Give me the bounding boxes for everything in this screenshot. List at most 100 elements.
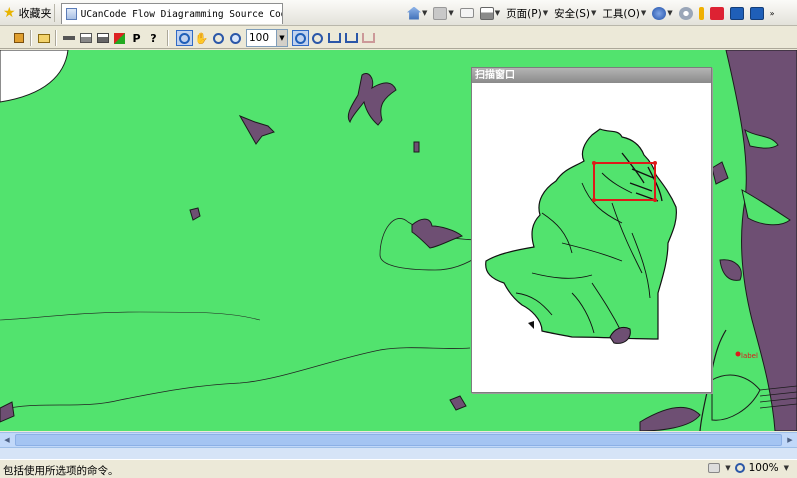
export-button[interactable] [111, 30, 128, 46]
gear-icon [678, 6, 693, 20]
map-marker [735, 351, 741, 357]
zoom-out-icon [213, 32, 224, 44]
page-menu[interactable]: 页面(P) ▼ [504, 5, 550, 22]
security-zone-icon[interactable] [708, 463, 721, 473]
print-preview-button[interactable] [77, 30, 94, 46]
about-button[interactable]: ? [145, 30, 162, 46]
toolbar-separator [30, 30, 32, 46]
water-body [347, 73, 397, 126]
window-icon [729, 6, 744, 20]
chevron-down-icon: ▼ [448, 9, 454, 17]
messenger-icon [709, 6, 724, 20]
toolbar-button-b[interactable] [748, 5, 766, 22]
chevron-down-icon[interactable]: ▼ [276, 30, 287, 46]
scan-window-title[interactable]: 扫描窗口 [472, 68, 711, 83]
scan-window[interactable]: 扫描窗口 [471, 67, 712, 393]
contour-line [0, 311, 261, 321]
zoom-plus-button[interactable] [309, 30, 326, 46]
research-button[interactable] [697, 5, 706, 22]
fit-width-button[interactable] [326, 30, 343, 46]
scrollbar-thumb[interactable] [15, 434, 782, 446]
fit-disabled-icon [362, 33, 375, 43]
chevron-down-icon: ▼ [494, 9, 501, 17]
print-p-button[interactable]: P [128, 30, 145, 46]
select-icon [179, 32, 190, 44]
safety-menu[interactable]: 安全(S) ▼ [552, 5, 598, 22]
chevron-down-icon: ▼ [640, 9, 647, 17]
chevron-down-icon: ▼ [422, 9, 428, 17]
water-body [238, 115, 275, 145]
toolbar-overflow-button[interactable]: » [768, 5, 777, 22]
chevron-down-icon[interactable]: ▼ [725, 464, 730, 472]
favorites-label: 收藏夹 [18, 7, 52, 20]
settings-button[interactable] [677, 5, 695, 22]
toolbar-separator [167, 30, 169, 46]
feed-icon [433, 6, 448, 20]
zoom-magnifier-icon[interactable] [734, 463, 745, 473]
print-icon [479, 6, 494, 20]
status-zoom[interactable]: 100% [749, 462, 779, 474]
browser-tab[interactable]: UCanCode Flow Diagramming Source Code Ki… [61, 3, 283, 24]
horizontal-scrollbar[interactable]: ◀ ▶ [0, 432, 797, 447]
chevron-down-icon: ▼ [590, 9, 597, 17]
water-body [413, 141, 420, 153]
status-right: ▼ 100% ▼ [708, 462, 789, 474]
feeds-button[interactable]: ▼ [431, 5, 455, 22]
mail-button[interactable] [458, 5, 476, 22]
chevron-right-icon: » [769, 8, 775, 18]
exclamation-icon [698, 6, 704, 20]
fit-page-button[interactable] [343, 30, 360, 46]
select-tool-button[interactable] [176, 30, 193, 46]
cut-button[interactable] [60, 30, 77, 46]
water-body [0, 401, 15, 423]
viewport-handle [592, 161, 596, 165]
chevron-down-icon: ▼ [542, 9, 549, 17]
help-circle-icon [652, 6, 667, 20]
viewport-handle [653, 198, 657, 202]
scroll-left-icon[interactable]: ◀ [0, 433, 14, 447]
help-label: ? [150, 31, 157, 45]
page-favicon-icon [66, 8, 77, 20]
scroll-right-icon[interactable]: ▶ [783, 433, 797, 447]
zoom-in-icon [230, 32, 241, 44]
new-button[interactable] [10, 30, 27, 46]
tools-menu[interactable]: 工具(O) ▼ [600, 5, 648, 22]
toolbar-separator [54, 4, 55, 22]
print-p-label: P [132, 31, 141, 45]
page-menu-label: 页面(P) [506, 7, 542, 20]
messenger-button[interactable] [708, 5, 726, 22]
print-button[interactable] [94, 30, 111, 46]
overview-detail [528, 321, 534, 329]
zoom-fit-icon [295, 32, 306, 44]
home-icon [407, 6, 421, 20]
fit-page-icon [345, 33, 358, 43]
minus-icon [62, 36, 75, 40]
status-bar: 包括使用所选项的命令。 ▼ 100% ▼ [0, 459, 797, 478]
printer-icon [79, 33, 92, 43]
water-body [639, 406, 701, 431]
new-cube-icon [13, 33, 24, 43]
region-outline [485, 128, 677, 340]
print-button[interactable]: ▼ [478, 5, 502, 22]
pan-tool-button[interactable]: ✋ [193, 30, 210, 46]
toolbar-separator [55, 30, 57, 46]
open-button[interactable] [35, 30, 52, 46]
toolbar-button-a[interactable] [728, 5, 746, 22]
water-body [719, 259, 742, 281]
fit-disabled-button[interactable] [360, 30, 377, 46]
water-body [411, 218, 463, 249]
home-button[interactable]: ▼ [405, 5, 429, 22]
help-button[interactable]: ▼ [650, 5, 674, 22]
export-icon [114, 32, 125, 44]
zoom-level-field[interactable]: 100 ▼ [246, 29, 288, 47]
viewport-handle [592, 198, 596, 202]
chevron-down-icon[interactable]: ▼ [784, 464, 789, 472]
chevron-down-icon: ▼ [667, 9, 673, 17]
panel-strip [0, 447, 797, 459]
zoom-out-button[interactable] [210, 30, 227, 46]
zoom-fit-button[interactable] [292, 30, 309, 46]
zoom-in-button[interactable] [227, 30, 244, 46]
safety-menu-label: 安全(S) [554, 7, 590, 20]
printer-icon [96, 33, 109, 43]
favorites-button[interactable]: ★ 收藏夹 [3, 5, 52, 21]
